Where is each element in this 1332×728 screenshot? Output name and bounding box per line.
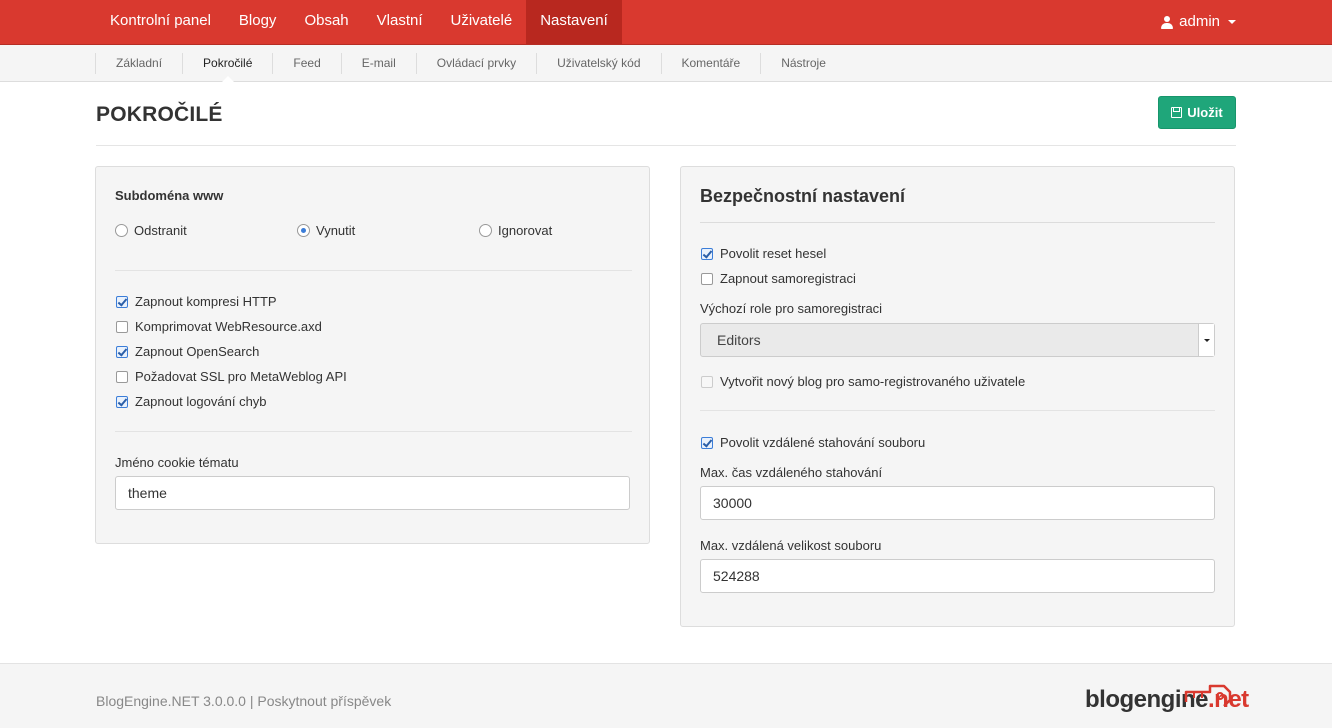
radio-label: Vynutit: [316, 223, 356, 238]
max-file-size-label: Max. vzdálená velikost souboru: [700, 538, 882, 553]
nav-nastaveni[interactable]: Nastavení: [526, 0, 622, 44]
checkbox-indicator: [701, 247, 713, 260]
checkbox-indicator: [116, 320, 128, 333]
checkbox-label: Zapnout OpenSearch: [135, 344, 260, 359]
save-button-label: Uložit: [1187, 105, 1223, 120]
tab-feed[interactable]: Feed: [272, 53, 340, 74]
checkbox-label: Zapnout kompresi HTTP: [135, 294, 277, 309]
tab-ovladaci-prvky[interactable]: Ovládací prvky: [415, 53, 536, 74]
default-role-select[interactable]: Editors: [700, 323, 1215, 357]
subdomain-label: Subdoména www: [115, 188, 224, 203]
nav-blogy[interactable]: Blogy: [225, 0, 291, 44]
tab-pokrocile[interactable]: Pokročilé: [182, 53, 272, 83]
tab-nastroje[interactable]: Nástroje: [760, 53, 846, 74]
checkbox-indicator: [116, 370, 128, 383]
checkbox-indicator: [116, 345, 128, 358]
checkbox-label: Požadovat SSL pro MetaWeblog API: [135, 369, 347, 384]
divider: [700, 410, 1215, 411]
user-menu[interactable]: admin: [1161, 0, 1236, 44]
divider: [115, 431, 632, 432]
floppy-disk-icon: [1171, 107, 1183, 118]
nav-kontrolni-panel[interactable]: Kontrolní panel: [96, 0, 225, 44]
footer: BlogEngine.NET 3.0.0.0 | Poskytnout přís…: [0, 663, 1332, 728]
save-button[interactable]: Uložit: [1158, 96, 1236, 129]
tab-email[interactable]: E-mail: [340, 53, 416, 74]
tab-komentare[interactable]: Komentáře: [660, 53, 761, 74]
checkbox-label: Vytvořit nový blog pro samo-registrované…: [720, 374, 1026, 389]
default-role-value: Editors: [717, 332, 761, 348]
radio-ignorovat[interactable]: Ignorovat: [479, 223, 552, 238]
checkbox-label: Zapnout samoregistraci: [720, 271, 856, 286]
nav-vlastni[interactable]: Vlastní: [363, 0, 437, 44]
checkbox-error-logging[interactable]: Zapnout logování chyb: [116, 394, 267, 409]
general-advanced-panel: Subdoména www Odstranit Vynutit Ignorova…: [95, 166, 650, 544]
checkbox-require-ssl[interactable]: Požadovat SSL pro MetaWeblog API: [116, 369, 347, 384]
checkbox-indicator: [701, 375, 713, 388]
wrench-logo-icon: [1184, 684, 1232, 707]
divider: [115, 270, 632, 271]
top-navbar: Kontrolní panel Blogy Obsah Vlastní Uživ…: [0, 0, 1332, 45]
checkbox-indicator: [116, 395, 128, 408]
checkbox-indicator: [701, 436, 713, 449]
checkbox-label: Zapnout logování chyb: [135, 394, 267, 409]
tab-zakladni[interactable]: Základní: [95, 53, 182, 74]
radio-odstranit[interactable]: Odstranit: [115, 223, 187, 238]
radio-label: Ignorovat: [498, 223, 553, 238]
checkbox-indicator: [701, 272, 713, 285]
radio-indicator: [115, 224, 128, 237]
user-icon: [1161, 15, 1174, 29]
title-divider: [96, 145, 1236, 146]
checkbox-create-blog[interactable]: Vytvořit nový blog pro samo-registrované…: [701, 374, 1025, 389]
checkbox-label: Povolit reset hesel: [720, 246, 827, 261]
checkbox-remote-download[interactable]: Povolit vzdálené stahování souboru: [701, 435, 925, 450]
checkbox-indicator: [116, 295, 128, 308]
checkbox-allow-password-reset[interactable]: Povolit reset hesel: [701, 246, 826, 261]
max-download-time-input[interactable]: 30000: [700, 486, 1215, 520]
default-role-label: Výchozí role pro samoregistraci: [700, 301, 883, 316]
radio-vynutit[interactable]: Vynutit: [297, 223, 355, 238]
radio-indicator: [479, 224, 492, 237]
checkbox-label: Komprimovat WebResource.axd: [135, 319, 322, 334]
cookie-name-label: Jméno cookie tématu: [115, 455, 239, 470]
radio-indicator: [297, 224, 310, 237]
footer-text[interactable]: BlogEngine.NET 3.0.0.0 | Poskytnout přís…: [96, 693, 391, 709]
dropdown-arrow-icon: [1198, 324, 1214, 356]
checkbox-compress-webresource[interactable]: Komprimovat WebResource.axd: [116, 319, 322, 334]
max-download-time-label: Max. čas vzdáleného stahování: [700, 465, 883, 480]
main-menu: Kontrolní panel Blogy Obsah Vlastní Uživ…: [96, 0, 622, 44]
checkbox-self-registration[interactable]: Zapnout samoregistraci: [701, 271, 856, 286]
security-settings-panel: Bezpečnostní nastavení Povolit reset hes…: [680, 166, 1235, 627]
security-heading: Bezpečnostní nastavení: [700, 186, 906, 206]
checkbox-http-compression[interactable]: Zapnout kompresi HTTP: [116, 294, 277, 309]
tab-uzivatelsky-kod[interactable]: Uživatelský kód: [536, 53, 660, 74]
heading-divider: [700, 222, 1215, 223]
nav-uzivatele[interactable]: Uživatelé: [437, 0, 527, 44]
caret-down-icon: [1228, 20, 1236, 24]
checkbox-opensearch[interactable]: Zapnout OpenSearch: [116, 344, 259, 359]
checkbox-label: Povolit vzdálené stahování souboru: [720, 435, 926, 450]
cookie-name-input[interactable]: theme: [115, 476, 630, 510]
max-file-size-input[interactable]: 524288: [700, 559, 1215, 593]
nav-obsah[interactable]: Obsah: [290, 0, 362, 44]
page-title: POKROČILÉ: [96, 103, 223, 126]
settings-subnav: Základní Pokročilé Feed E-mail Ovládací …: [0, 45, 1332, 83]
user-name: admin: [1179, 13, 1220, 30]
radio-label: Odstranit: [134, 223, 187, 238]
